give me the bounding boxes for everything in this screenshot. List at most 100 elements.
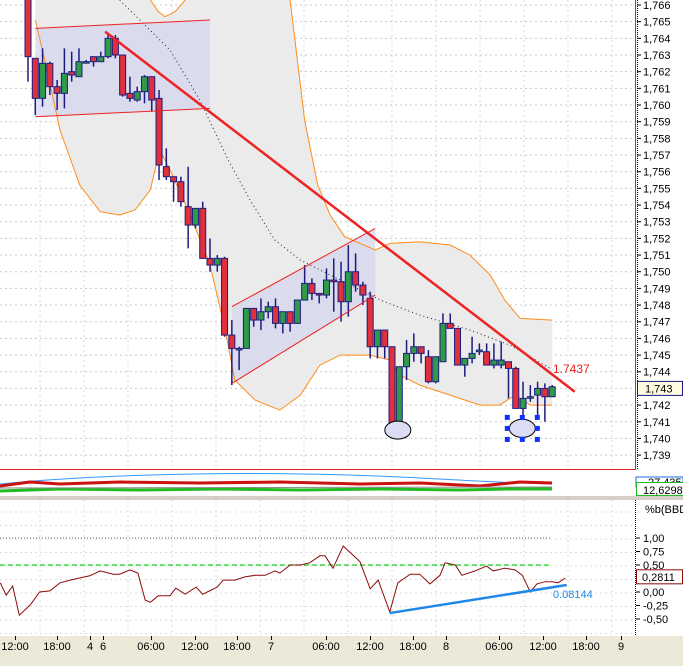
- price-label: 1,750: [643, 267, 671, 279]
- price-label: 1,759: [643, 117, 671, 129]
- time-tick: [151, 636, 152, 640]
- selection-handle[interactable]: [504, 425, 510, 431]
- candle-body-up: [257, 311, 265, 321]
- selection-handle[interactable]: [534, 414, 540, 420]
- candle-body-up: [475, 349, 483, 353]
- candle: [199, 201, 207, 259]
- candle-body-down: [337, 281, 345, 303]
- time-tick: [103, 636, 104, 640]
- pctb-axis-label: -0,25: [643, 601, 668, 613]
- candle-body-up: [534, 387, 542, 396]
- chart-canvas[interactable]: 1.7437 1,7661,7651,7641,7631,7621,7611,7…: [0, 0, 683, 666]
- time-tick: [57, 636, 58, 640]
- time-tick: [621, 636, 622, 640]
- candle-body-down: [359, 284, 367, 296]
- candle-body-up: [526, 396, 534, 399]
- pctb-title: %b(BBD: [645, 504, 683, 516]
- panel-splitter-axis: [636, 496, 683, 500]
- panel-splitter[interactable]: [0, 496, 636, 500]
- price-label: 1,756: [643, 167, 671, 179]
- candle-body-up: [82, 61, 90, 64]
- price-label: 1,763: [643, 50, 671, 62]
- candle: [242, 307, 250, 349]
- candle: [395, 366, 403, 431]
- candle: [191, 207, 199, 229]
- candle-body-down: [31, 57, 39, 99]
- price-label: 1,752: [643, 233, 671, 245]
- price-axis[interactable]: 1,766 1,765 1,764 1,763 1,762 1,761 1,760 1,759…: [636, 0, 683, 469]
- time-label: 18:00: [223, 641, 251, 653]
- candle: [119, 54, 127, 97]
- candle-body-down: [228, 334, 236, 349]
- candle-body-down: [381, 329, 389, 348]
- time-label: 12:00: [529, 641, 557, 653]
- price-label: 1,741: [643, 417, 671, 429]
- selection-handle[interactable]: [504, 414, 510, 420]
- candle-body-up: [242, 307, 250, 349]
- candle-body-down: [541, 387, 549, 398]
- time-tick: [271, 636, 272, 640]
- candle-body-down: [330, 279, 338, 283]
- time-tick: [326, 636, 327, 640]
- pctb-axis-label: -0,50: [643, 614, 668, 626]
- time-label: 4: [86, 641, 94, 653]
- selection-handle[interactable]: [534, 436, 540, 442]
- candle-body-down: [119, 54, 127, 96]
- indicator-value-green: 12,6298: [643, 485, 683, 497]
- selection-handle[interactable]: [504, 436, 510, 442]
- time-label: 06:00: [485, 641, 513, 653]
- candle-body-down: [512, 367, 520, 409]
- price-label: 1,764: [643, 33, 671, 45]
- time-tick: [237, 636, 238, 640]
- selection-handle[interactable]: [534, 425, 540, 431]
- time-tick: [586, 636, 587, 640]
- time-label: 9: [617, 641, 625, 653]
- time-label: 8: [442, 641, 450, 653]
- candle-body-down: [184, 206, 192, 226]
- price-label: 1,742: [643, 400, 671, 412]
- price-label: 1,757: [643, 150, 671, 162]
- candle-body-down: [352, 271, 360, 286]
- time-tick: [195, 636, 196, 640]
- candle-body-up: [410, 346, 418, 354]
- price-label: 1,761: [643, 83, 671, 95]
- selection-handle[interactable]: [519, 414, 525, 420]
- candle-body-up: [293, 299, 301, 324]
- candle-body-down: [162, 166, 170, 178]
- candle-body-up: [279, 311, 287, 324]
- price-label: 1,762: [643, 67, 671, 79]
- price-label: 1,749: [643, 283, 671, 295]
- candle-body-up: [461, 357, 469, 366]
- price-label: 1,760: [643, 100, 671, 112]
- candle-body-down: [315, 292, 323, 296]
- candle-body-down: [272, 306, 280, 324]
- selection-handle[interactable]: [519, 436, 525, 442]
- candle-body-up: [373, 329, 381, 348]
- ellipse-marker[interactable]: [508, 418, 536, 438]
- candle-body-up: [439, 322, 447, 363]
- candle-body-up: [548, 386, 556, 398]
- ellipse-marker[interactable]: [384, 420, 412, 440]
- pctb-current-label: 0,2811: [642, 572, 675, 584]
- candle-body-down: [286, 311, 294, 324]
- candle-body-up: [191, 207, 199, 226]
- candle-body-up: [97, 56, 105, 63]
- price-label: 1,754: [643, 200, 671, 212]
- candle-body-down: [483, 351, 491, 366]
- pctb-axis-label: 0,75: [643, 547, 664, 559]
- time-label: 06:00: [312, 641, 340, 653]
- candle: [548, 385, 556, 398]
- candle-body-down: [24, 0, 32, 58]
- support-value-label: 0.08144: [553, 589, 593, 601]
- time-tick: [90, 636, 91, 640]
- time-label: 7: [267, 641, 275, 653]
- time-label: 18:00: [399, 641, 427, 653]
- time-label: 18:00: [43, 641, 71, 653]
- time-label: 6: [99, 641, 107, 653]
- candle-body-up: [133, 91, 141, 101]
- candle-body-up: [519, 397, 527, 409]
- candle-body-down: [446, 322, 454, 329]
- time-tick: [446, 636, 447, 640]
- candle-body-down: [221, 257, 229, 336]
- candle: [293, 299, 301, 324]
